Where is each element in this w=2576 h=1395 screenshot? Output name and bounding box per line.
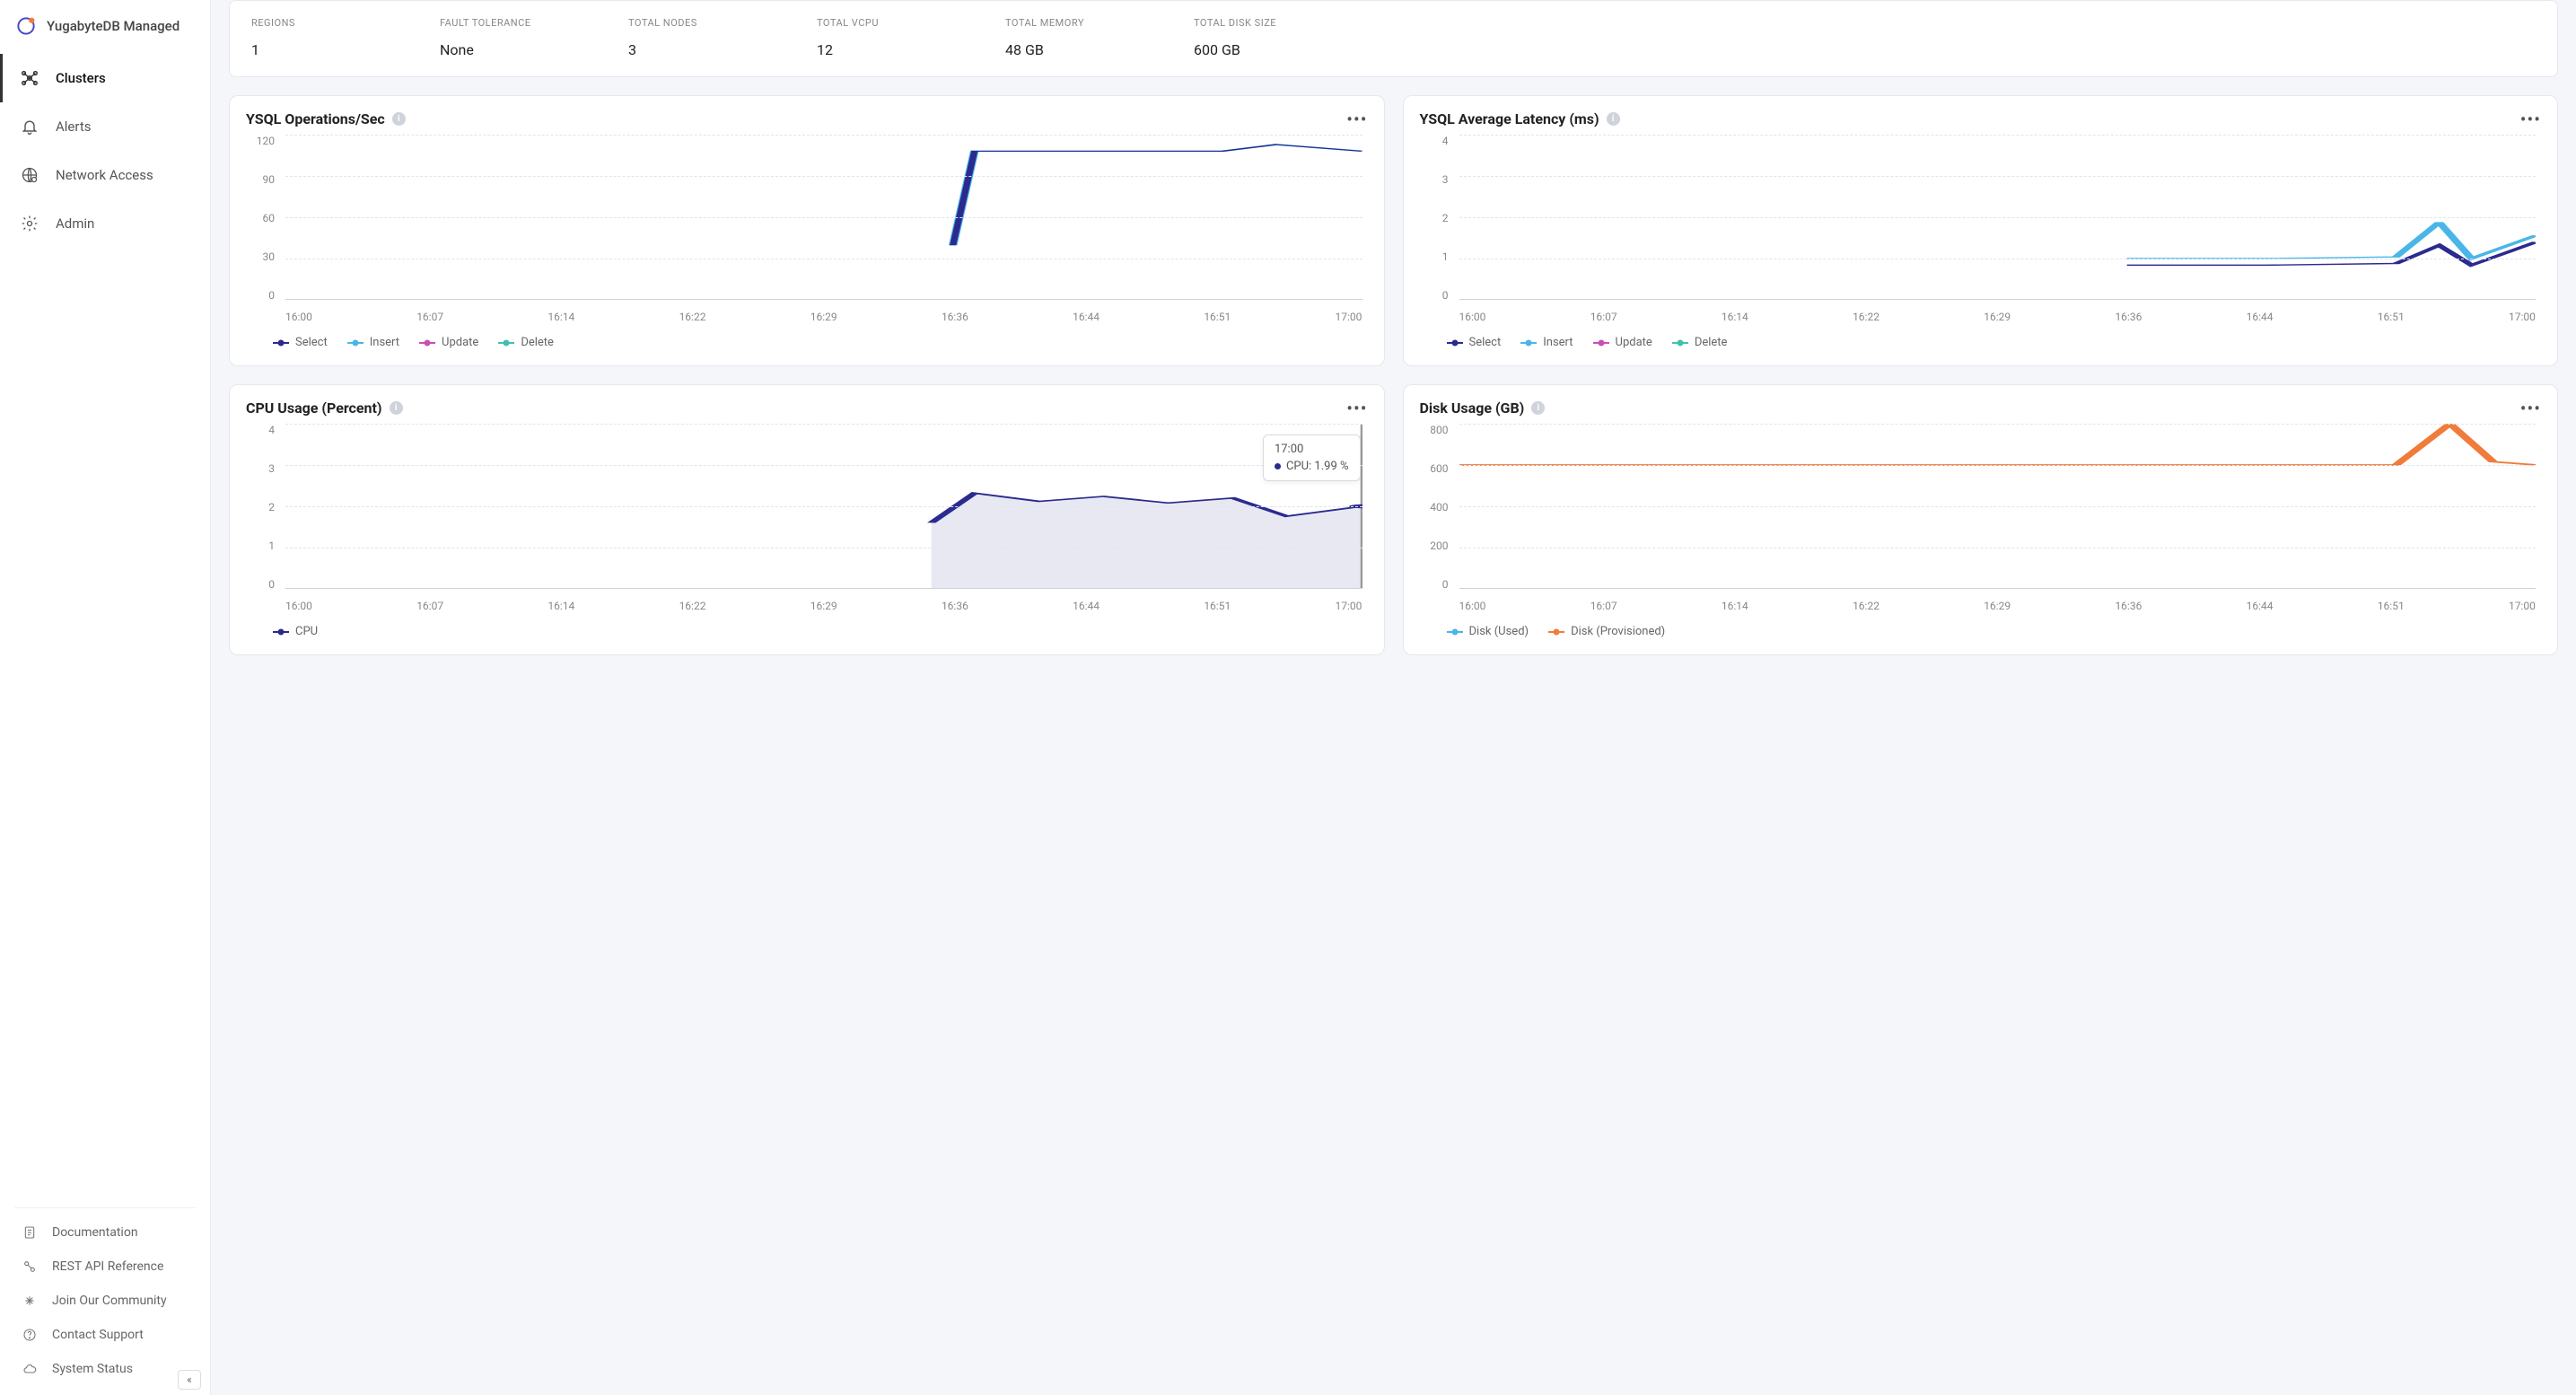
- nav-item-clusters[interactable]: Clusters: [0, 54, 210, 102]
- chart-card-cpu: CPU Usage (Percent) i ••• 43210: [229, 384, 1385, 655]
- chart-menu-button[interactable]: •••: [1346, 115, 1367, 124]
- brand-name: YugabyteDB Managed: [47, 18, 180, 34]
- info-icon[interactable]: i: [390, 401, 403, 415]
- nav-item-network[interactable]: Network Access: [0, 151, 210, 199]
- footer-label: System Status: [52, 1362, 133, 1376]
- footer-label: Contact Support: [52, 1328, 144, 1342]
- footer-links: Documentation REST API Reference Join Ou…: [14, 1207, 196, 1395]
- stat-value: 12: [817, 41, 951, 58]
- chart-title: YSQL Operations/Sec i: [246, 110, 406, 127]
- chart-legend: Select Insert Update Delete: [246, 336, 1368, 349]
- chart-title: Disk Usage (GB) i: [1420, 399, 1546, 417]
- gear-icon: [20, 214, 39, 233]
- api-icon: [20, 1257, 39, 1277]
- stat-total-vcpu: TOTAL vCPU 12: [817, 17, 951, 58]
- cloud-icon: [20, 1359, 39, 1379]
- nav-label: Alerts: [56, 118, 92, 135]
- chart-tooltip: 17:00 CPU: 1.99 %: [1263, 434, 1361, 481]
- cluster-icon: [20, 68, 39, 88]
- stat-regions: REGIONS 1: [251, 17, 386, 58]
- help-icon: [20, 1325, 39, 1345]
- chart-menu-button[interactable]: •••: [1346, 404, 1367, 413]
- stat-value: None: [440, 41, 574, 58]
- chart-plot: 43210 17:00 CPU: 1.99 %: [246, 424, 1368, 612]
- stat-value: 48 GB: [1005, 41, 1140, 58]
- footer-label: REST API Reference: [52, 1259, 163, 1274]
- chart-legend: Disk (Used) Disk (Provisioned): [1420, 625, 2542, 638]
- stat-value: 600 GB: [1194, 41, 1328, 58]
- stats-card: REGIONS 1 FAULT TOLERANCE None TOTAL NOD…: [229, 0, 2558, 77]
- stat-value: 3: [628, 41, 763, 58]
- chart-card-latency: YSQL Average Latency (ms) i ••• 43210: [1403, 95, 2559, 366]
- stat-total-nodes: TOTAL NODES 3: [628, 17, 763, 58]
- chart-card-disk: Disk Usage (GB) i ••• 8006004002000 16:0: [1403, 384, 2559, 655]
- chart-title: YSQL Average Latency (ms) i: [1420, 110, 1620, 127]
- slack-icon: [20, 1291, 39, 1311]
- nav-label: Network Access: [56, 167, 153, 183]
- stat-total-memory: TOTAL MEMORY 48 GB: [1005, 17, 1140, 58]
- footer-api[interactable]: REST API Reference: [14, 1250, 196, 1284]
- info-icon[interactable]: i: [392, 112, 406, 126]
- stat-label: REGIONS: [251, 17, 386, 29]
- tooltip-value: CPU: 1.99 %: [1286, 460, 1349, 473]
- chart-plot: 8006004002000 16:0016:0716:1416:2216:291…: [1420, 424, 2542, 612]
- chart-legend: CPU: [246, 625, 1368, 638]
- nav-label: Admin: [56, 215, 94, 232]
- chart-plot: 1209060300 16:0016:0716:1416:2216:2916:3…: [246, 135, 1368, 323]
- chart-legend: Select Insert Update Delete: [1420, 336, 2542, 349]
- stat-label: TOTAL DISK SIZE: [1194, 17, 1328, 29]
- nav-label: Clusters: [56, 70, 106, 86]
- footer-documentation[interactable]: Documentation: [14, 1215, 196, 1250]
- nav-item-alerts[interactable]: Alerts: [0, 102, 210, 151]
- footer-community[interactable]: Join Our Community: [14, 1284, 196, 1318]
- sidebar: YugabyteDB Managed Clusters Alerts Netwo…: [0, 0, 211, 1395]
- logo-icon: [16, 16, 36, 36]
- main: REGIONS 1 FAULT TOLERANCE None TOTAL NOD…: [211, 0, 2576, 1395]
- chart-title: CPU Usage (Percent) i: [246, 399, 403, 417]
- info-icon[interactable]: i: [1607, 112, 1620, 126]
- nav-item-admin[interactable]: Admin: [0, 199, 210, 248]
- tooltip-time: 17:00: [1275, 443, 1349, 456]
- chart-grid: YSQL Operations/Sec i ••• 1209060300: [229, 95, 2558, 655]
- footer-label: Documentation: [52, 1225, 138, 1240]
- globe-icon: [20, 165, 39, 185]
- chart-plot: 43210 16:0016:0716:1416:2216:2916:3616:4…: [1420, 135, 2542, 323]
- stat-label: FAULT TOLERANCE: [440, 17, 574, 29]
- stat-total-disk: TOTAL DISK SIZE 600 GB: [1194, 17, 1328, 58]
- info-icon[interactable]: i: [1531, 401, 1545, 415]
- stat-label: TOTAL MEMORY: [1005, 17, 1140, 29]
- stat-value: 1: [251, 41, 386, 58]
- nav: Clusters Alerts Network Access Admin: [0, 54, 210, 1207]
- brand: YugabyteDB Managed: [0, 0, 210, 54]
- stat-fault-tolerance: FAULT TOLERANCE None: [440, 17, 574, 58]
- collapse-sidebar-button[interactable]: «: [178, 1370, 201, 1390]
- chart-menu-button[interactable]: •••: [2520, 404, 2541, 413]
- doc-icon: [20, 1223, 39, 1242]
- stat-label: TOTAL NODES: [628, 17, 763, 29]
- bell-icon: [20, 117, 39, 136]
- footer-label: Join Our Community: [52, 1294, 167, 1308]
- footer-support[interactable]: Contact Support: [14, 1318, 196, 1352]
- stat-label: TOTAL vCPU: [817, 17, 951, 29]
- chart-card-ops: YSQL Operations/Sec i ••• 1209060300: [229, 95, 1385, 366]
- chart-menu-button[interactable]: •••: [2520, 115, 2541, 124]
- footer-status[interactable]: System Status: [14, 1352, 196, 1386]
